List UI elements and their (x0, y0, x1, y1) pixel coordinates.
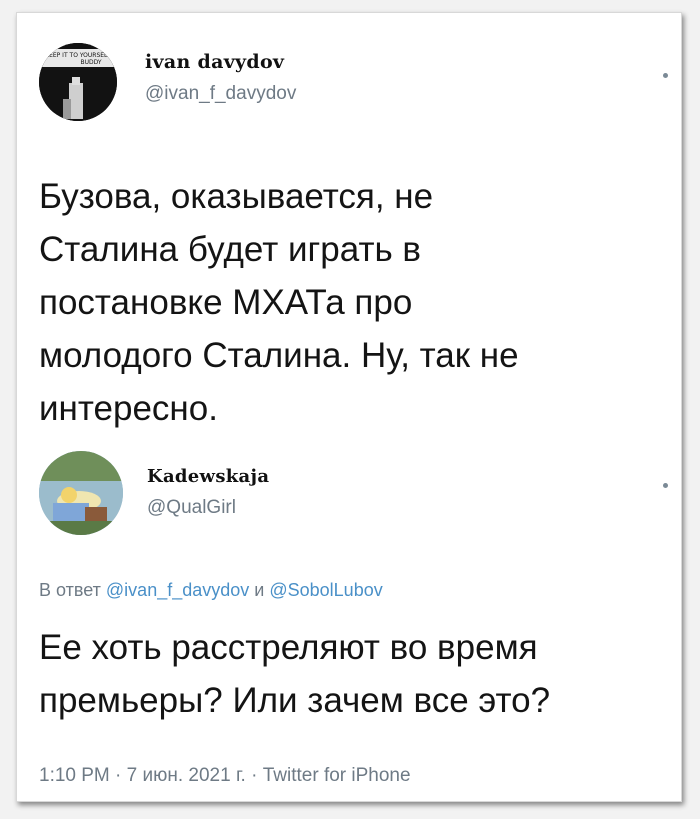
tweet-timestamp[interactable]: 1:10 PM · 7 июн. 2021 г. · Twitter for i… (39, 765, 411, 787)
author-handle[interactable]: @ivan_f_davydov (145, 83, 296, 105)
tweet-text-line: Бузова, оказывается, не (39, 177, 434, 216)
avatar[interactable]: KEEP IT TO YOURSELF BUDDY (39, 43, 117, 121)
reply-text-line: Ее хоть расстреляют во время (39, 628, 538, 667)
tweet-text: Бузова, оказывается, не Сталина будет иг… (39, 170, 659, 435)
author-name[interactable]: ivan davydov (145, 51, 284, 73)
replying-to: В ответ @ivan_f_davydov и @SobolLubov (39, 580, 383, 601)
reply-conj: и (254, 580, 265, 600)
screenshot-frame: KEEP IT TO YOURSELF BUDDY ivan davydov @… (16, 12, 682, 802)
tweet-text-line: Сталина будет играть в (39, 230, 422, 269)
avatar-image: KEEP IT TO YOURSELF BUDDY (39, 43, 117, 121)
reply-text: Ее хоть расстреляют во время премьеры? И… (39, 621, 679, 727)
reply-author-handle[interactable]: @QualGirl (147, 497, 236, 519)
avatar-caption-line1: KEEP IT TO YOURSELF (45, 52, 111, 59)
tweet-text-line: молодого Сталина. Ну, так не (39, 336, 519, 375)
reply-avatar[interactable] (39, 451, 123, 535)
reply-avatar-image (39, 451, 123, 535)
mention-link[interactable]: @ivan_f_davydov (106, 580, 249, 600)
more-options-icon[interactable] (663, 73, 668, 78)
mention-link[interactable]: @SobolLubov (269, 580, 382, 600)
reply-prefix: В ответ (39, 580, 101, 600)
reply-more-options-icon[interactable] (663, 483, 668, 488)
reply-author-name[interactable]: Kadewskaja (147, 466, 269, 487)
tweet-text-line: интересно. (39, 389, 218, 428)
avatar-caption-line2: BUDDY (80, 59, 101, 66)
tweet-text-line: постановке МХАТа про (39, 283, 413, 322)
reply-text-line: премьеры? Или зачем все это? (39, 681, 551, 720)
